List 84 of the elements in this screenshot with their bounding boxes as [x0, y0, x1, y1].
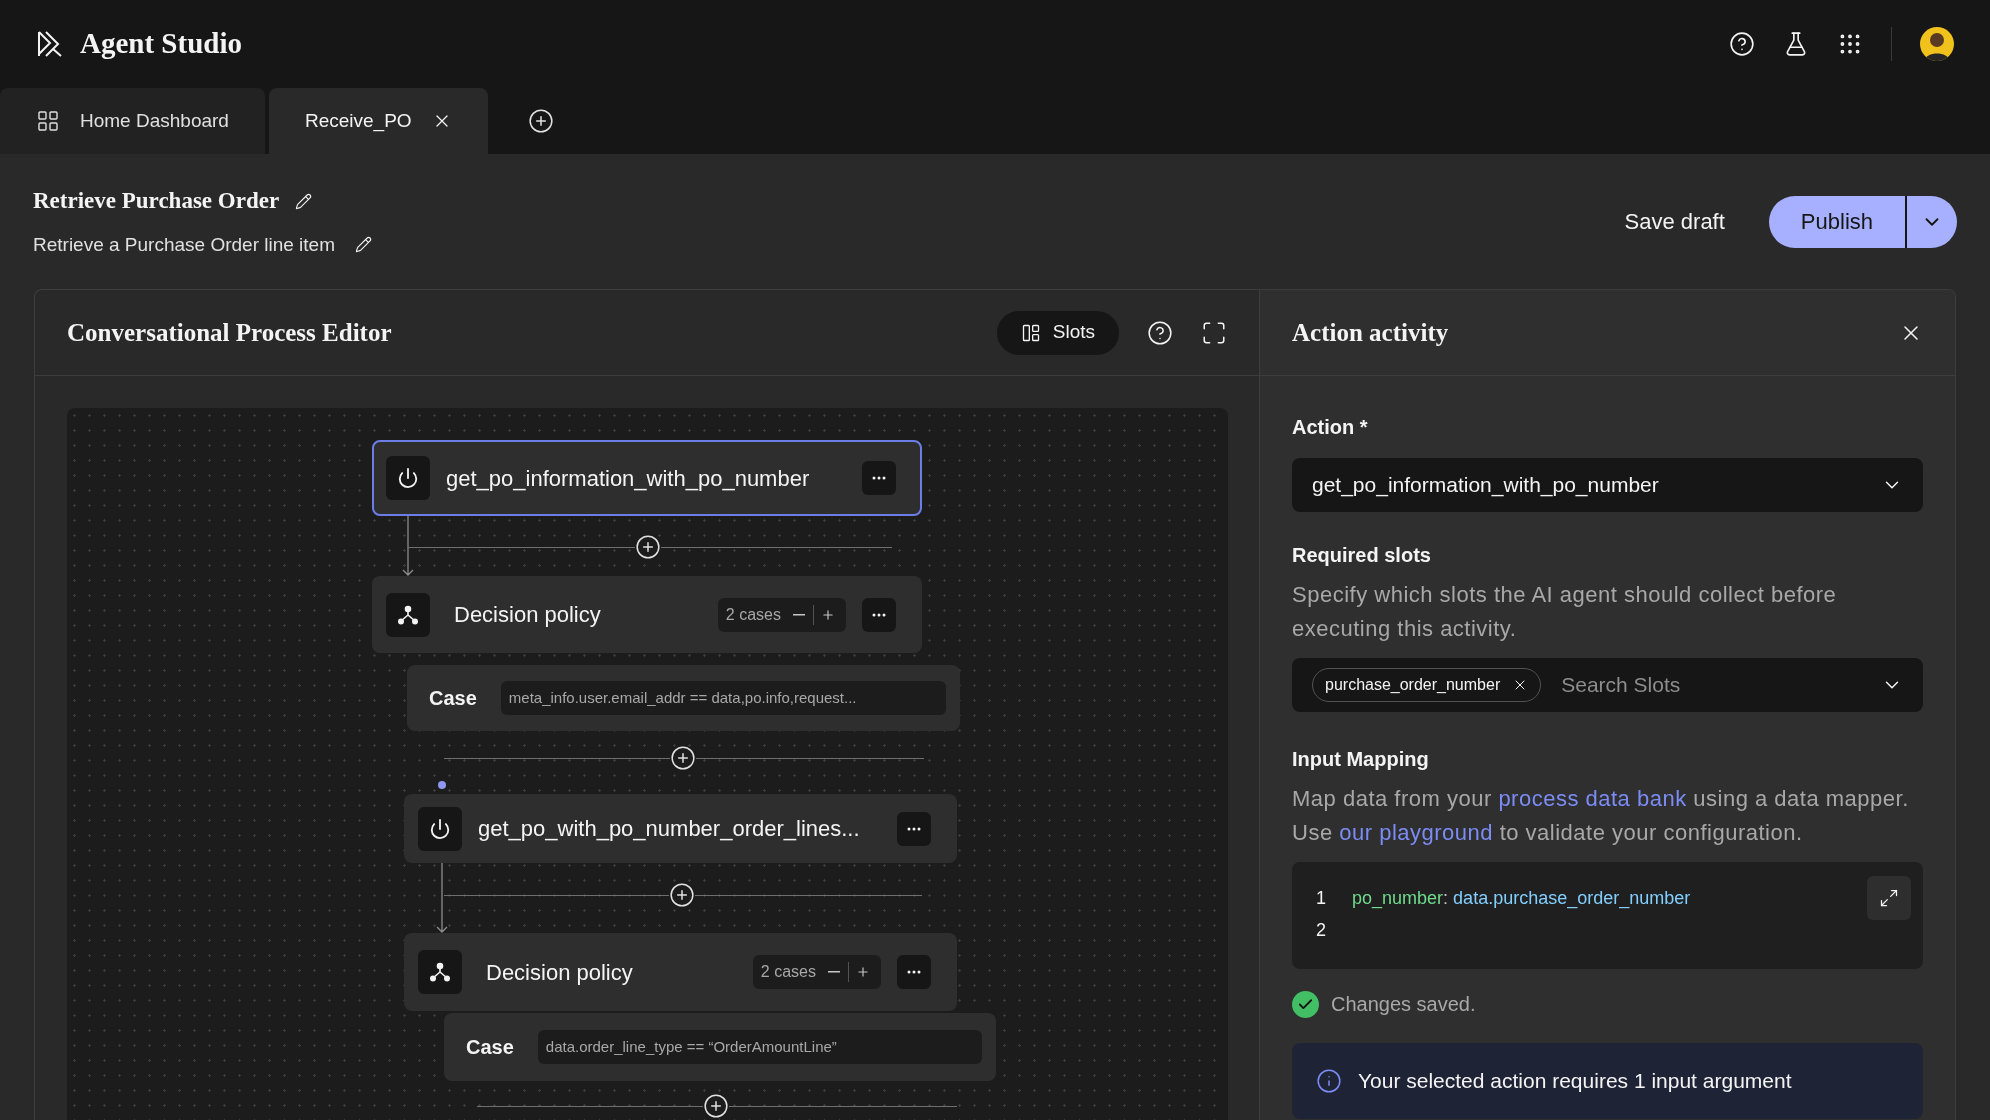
minus-icon [828, 971, 840, 973]
expand-icon [1879, 888, 1899, 908]
save-status: Changes saved. [1331, 992, 1476, 1017]
add-icon [635, 534, 661, 560]
case-node[interactable]: Case data.order_line_type == “OrderAmountLine” [444, 1013, 996, 1081]
node-label: get_po_information_with_po_number [446, 464, 811, 493]
plus-icon [821, 607, 835, 622]
help-icon[interactable] [1147, 319, 1173, 346]
case-count: 2 cases [725, 604, 781, 625]
case-condition: meta_info.user.email_addr == data,po.info,request... [500, 681, 946, 715]
logo-icon [36, 29, 64, 59]
node-label: Decision policy [486, 958, 634, 987]
case-condition: data.order_line_type == “OrderAmountLine” [537, 1030, 982, 1064]
field-label: Input Mapping [1292, 747, 1430, 772]
editor-title: Conversational Process Editor [67, 317, 392, 348]
app-title: Agent Studio [80, 26, 242, 62]
case-count: 2 cases [760, 962, 816, 982]
info-message: Your selected action requires 1 input argument [1358, 1068, 1792, 1095]
ellipsis-icon [872, 476, 886, 480]
add-step-button[interactable] [670, 745, 696, 771]
field-label: Required slots [1292, 543, 1432, 568]
connector-arrow [402, 516, 414, 576]
add-step-button[interactable] [669, 882, 695, 908]
more-options-button[interactable] [862, 461, 896, 495]
code-editor[interactable]: 1 po_number: data.purchase_order_number 2 [1292, 862, 1923, 969]
dashboard-icon [36, 109, 60, 133]
ellipsis-icon [872, 612, 886, 617]
new-tab-icon[interactable] [527, 108, 554, 134]
fullscreen-icon[interactable] [1201, 319, 1227, 346]
page-title: Retrieve Purchase Order [33, 187, 280, 215]
action-node[interactable]: get_po_with_po_number_order_lines... [404, 794, 957, 863]
slots-field[interactable]: purchase_order_number Search Slots [1292, 658, 1923, 712]
action-node[interactable]: get_po_information_with_po_number [372, 440, 922, 516]
more-options-button[interactable] [897, 811, 931, 846]
more-options-button[interactable] [862, 597, 896, 632]
decision-node[interactable]: Decision policy 2 cases [404, 933, 957, 1011]
slot-search-input[interactable]: Search Slots [1561, 669, 1861, 701]
add-step-button[interactable] [703, 1093, 729, 1119]
line-number: 1 [1316, 886, 1327, 910]
expand-button[interactable] [1867, 876, 1911, 920]
case-label: Case [466, 1035, 514, 1060]
publish-options-button[interactable] [1907, 195, 1957, 248]
line-number: 2 [1316, 918, 1327, 942]
ellipsis-icon [907, 970, 921, 974]
power-icon [429, 817, 451, 840]
edit-subtitle-icon[interactable] [355, 236, 372, 254]
slots-button[interactable]: Slots [996, 310, 1119, 355]
panel-title: Action activity [1292, 317, 1449, 348]
connector-arrow [436, 863, 448, 933]
action-dropdown[interactable]: get_po_information_with_po_number [1292, 458, 1923, 512]
field-description: Specify which slots the AI agent should collect before executing this activity. [1292, 581, 1838, 643]
more-options-button[interactable] [897, 955, 931, 989]
edit-title-icon[interactable] [295, 192, 313, 210]
node-label: get_po_with_po_number_order_lines... [478, 815, 861, 843]
save-draft-button[interactable]: Save draft [1616, 197, 1733, 246]
decision-node[interactable]: Decision policy 2 cases [372, 576, 922, 653]
link[interactable]: process data bank [1498, 786, 1687, 811]
minus-icon [793, 613, 805, 616]
add-icon [669, 882, 695, 908]
power-icon [397, 467, 419, 489]
branch-icon [397, 603, 419, 626]
branch-icon [429, 961, 451, 983]
case-node[interactable]: Case meta_info.user.email_addr == data,po.info,request... [407, 665, 960, 731]
add-icon [703, 1093, 729, 1119]
publish-button[interactable]: Publish [1768, 195, 1905, 248]
success-icon [1292, 990, 1319, 1018]
ellipsis-icon [907, 826, 921, 831]
connection-point[interactable] [438, 781, 446, 789]
link[interactable]: our playground [1339, 820, 1494, 845]
field-description: Map data from your process data bank using a data mapper. Use our playground to validate your configuration. [1292, 785, 1910, 847]
panel-layout-icon [1020, 322, 1041, 343]
page-subtitle: Retrieve a Purchase Order line item [33, 232, 335, 257]
node-label: Decision policy [454, 601, 602, 629]
add-icon [670, 745, 696, 771]
field-label: Action * [1292, 415, 1369, 440]
tab[interactable]: Home Dashboard [0, 88, 265, 154]
info-icon [1316, 1068, 1342, 1094]
code-line: po_number: data.purchase_order_number [1352, 886, 1691, 911]
user-avatar[interactable] [1920, 27, 1954, 61]
tab[interactable]: Receive_PO [268, 88, 488, 154]
help-icon[interactable] [1729, 31, 1755, 57]
add-step-button[interactable] [635, 534, 661, 560]
plus-icon [856, 965, 870, 979]
case-label: Case [429, 686, 477, 711]
